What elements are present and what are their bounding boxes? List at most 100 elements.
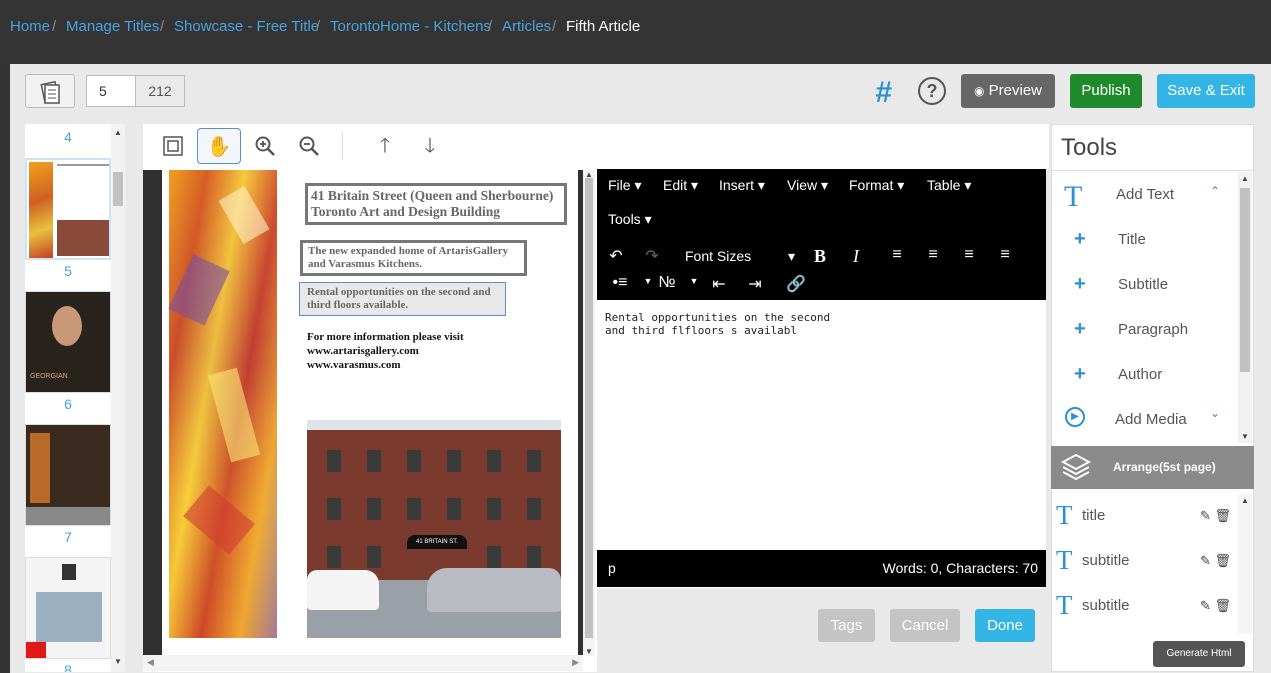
bullet-list-icon[interactable]: •≡ — [607, 274, 633, 292]
redo-icon[interactable]: ↷ — [639, 246, 665, 266]
link-icon[interactable]: 🔗 — [783, 274, 809, 294]
thumbnail-scrollbar[interactable]: ▲ ▼ — [111, 124, 125, 672]
add-subtitle-item[interactable]: Subtitle — [1118, 276, 1168, 293]
trash-icon[interactable]: 🗑 — [1215, 553, 1232, 568]
page-number-input[interactable]: 5 — [86, 75, 136, 107]
breadcrumb-showcase[interactable]: Showcase - Free Title — [174, 18, 319, 35]
thumbnail-number[interactable]: 5 — [25, 263, 111, 279]
pencil-icon[interactable]: ✎ — [1200, 598, 1211, 613]
building-photo[interactable]: 41 BRITAIN ST. — [307, 420, 561, 638]
scroll-down-icon[interactable]: ▼ — [583, 647, 595, 656]
breadcrumb-torontohome[interactable]: TorontoHome - Kitchens — [330, 18, 491, 35]
add-author-item[interactable]: Author — [1118, 366, 1162, 383]
publish-button[interactable]: Publish — [1070, 74, 1142, 108]
menu-insert[interactable]: Insert ▾ — [719, 177, 765, 194]
page-subtitle-box[interactable]: The new expanded home of ArtarisGallery … — [300, 240, 527, 277]
tags-button[interactable]: Tags — [818, 609, 875, 642]
align-right-icon[interactable]: ≡ — [956, 246, 982, 264]
chevron-down-icon[interactable]: ⌄ — [1210, 406, 1220, 420]
thumbnail-page-5[interactable] — [25, 158, 111, 260]
move-down-icon[interactable]: 🡓 — [408, 128, 452, 164]
breadcrumb-home[interactable]: Home — [10, 18, 50, 35]
editor-menubar: File ▾ Edit ▾ Insert ▾ View ▾ Format ▾ T… — [597, 169, 1046, 300]
trash-icon[interactable]: 🗑 — [1215, 598, 1232, 613]
zoom-in-icon[interactable] — [243, 128, 287, 164]
chevron-up-icon[interactable]: ⌃ — [1210, 184, 1220, 198]
move-up-icon[interactable]: 🡑 — [363, 128, 407, 164]
layers-scrollbar[interactable]: ▲ — [1238, 494, 1252, 634]
add-text-label[interactable]: Add Text — [1116, 186, 1174, 203]
breadcrumb-manage-titles[interactable]: Manage Titles — [66, 18, 159, 35]
page-info-line[interactable]: For more information please visit — [307, 331, 464, 344]
plus-icon[interactable]: + — [1074, 228, 1086, 251]
scroll-up-icon[interactable]: ▲ — [1238, 496, 1252, 505]
menu-table[interactable]: Table ▾ — [927, 177, 971, 194]
scroll-up-icon[interactable]: ▲ — [1238, 174, 1252, 183]
menu-file[interactable]: File ▾ — [608, 177, 641, 194]
add-title-item[interactable]: Title — [1118, 231, 1146, 248]
breadcrumb-articles[interactable]: Articles — [502, 18, 551, 35]
canvas-vertical-scrollbar[interactable]: ▲ ▼ — [583, 170, 595, 656]
tools-scrollbar[interactable]: ▲ ▼ — [1238, 172, 1252, 443]
thumbnail-page-6[interactable]: GEORGIAN — [25, 291, 111, 393]
align-justify-icon[interactable]: ≡ — [992, 246, 1018, 264]
done-button[interactable]: Done — [975, 609, 1035, 642]
align-left-icon[interactable]: ≡ — [884, 246, 910, 264]
undo-icon[interactable]: ↶ — [603, 246, 629, 266]
generate-html-button[interactable]: Generate Html — [1153, 641, 1245, 667]
page-title-box[interactable]: 41 Britain Street (Queen and Sherbourne)… — [305, 183, 567, 226]
help-icon[interactable]: ? — [918, 77, 946, 105]
thumbnail-number[interactable]: 6 — [25, 396, 111, 412]
page-selected-text-box[interactable]: Rental opportunities on the second and t… — [299, 282, 506, 317]
numbered-list-dropdown-icon[interactable]: ▼ — [681, 276, 707, 286]
scrollbar-thumb[interactable] — [113, 172, 123, 206]
scroll-down-icon[interactable]: ▼ — [111, 657, 125, 666]
outdent-icon[interactable]: ⇤ — [706, 274, 732, 294]
italic-icon[interactable]: I — [843, 246, 869, 267]
menu-tools[interactable]: Tools ▾ — [608, 211, 652, 228]
scroll-left-icon[interactable]: ◀ — [147, 657, 154, 668]
zoom-out-icon[interactable] — [287, 128, 331, 164]
thumbnails-toggle-button[interactable] — [25, 74, 75, 108]
editor-content[interactable]: Rental opportunities on the second and t… — [605, 311, 1035, 337]
cancel-button[interactable]: Cancel — [890, 609, 960, 642]
add-media-label[interactable]: Add Media — [1115, 411, 1187, 428]
menu-edit[interactable]: Edit ▾ — [663, 177, 698, 194]
numbered-list-icon[interactable]: № — [654, 274, 680, 292]
hashtag-icon[interactable]: # — [875, 76, 892, 110]
thumbnail-number[interactable]: 8 — [25, 662, 111, 672]
scrollbar-thumb[interactable] — [585, 178, 593, 638]
element-path[interactable]: p — [608, 560, 616, 576]
plus-icon[interactable]: + — [1074, 363, 1086, 386]
thumbnail-page-8[interactable] — [25, 557, 111, 659]
menu-view[interactable]: View ▾ — [787, 177, 828, 194]
page-info-line[interactable]: www.varasmus.com — [307, 359, 401, 372]
add-paragraph-item[interactable]: Paragraph — [1118, 321, 1188, 338]
preview-button[interactable]: ◉ Preview — [961, 74, 1055, 108]
thumbnail-number[interactable]: 7 — [25, 529, 111, 545]
save-exit-button[interactable]: Save & Exit — [1157, 74, 1255, 108]
align-center-icon[interactable]: ≡ — [920, 246, 946, 264]
pencil-icon[interactable]: ✎ — [1200, 553, 1211, 568]
abstract-painting-image[interactable] — [168, 170, 277, 638]
scroll-down-icon[interactable]: ▼ — [1238, 432, 1252, 441]
fit-page-icon[interactable] — [151, 128, 195, 164]
arrange-header[interactable]: Arrange(5st page) — [1051, 446, 1254, 489]
bold-icon[interactable]: B — [807, 246, 833, 267]
menu-format[interactable]: Format ▾ — [849, 177, 904, 194]
page-info-line[interactable]: www.artarisgallery.com — [307, 345, 419, 358]
trash-icon[interactable]: 🗑 — [1215, 508, 1232, 523]
plus-icon[interactable]: + — [1074, 318, 1086, 341]
hand-pan-icon[interactable]: ✋ — [197, 128, 241, 164]
scroll-right-icon[interactable]: ▶ — [572, 657, 579, 668]
canvas-horizontal-scrollbar[interactable]: ◀ ▶ — [143, 655, 583, 671]
page-canvas[interactable]: 41 Britain Street (Queen and Sherbourne)… — [162, 170, 578, 655]
plus-icon[interactable]: + — [1074, 273, 1086, 296]
thumbnail-page-7[interactable] — [25, 424, 111, 526]
scroll-up-icon[interactable]: ▲ — [111, 128, 125, 137]
font-sizes-select[interactable]: Font Sizes ▾ — [685, 248, 795, 264]
thumbnail-number[interactable]: 4 — [25, 129, 111, 145]
indent-icon[interactable]: ⇥ — [742, 274, 768, 294]
scrollbar-thumb[interactable] — [1240, 188, 1250, 372]
pencil-icon[interactable]: ✎ — [1200, 508, 1211, 523]
